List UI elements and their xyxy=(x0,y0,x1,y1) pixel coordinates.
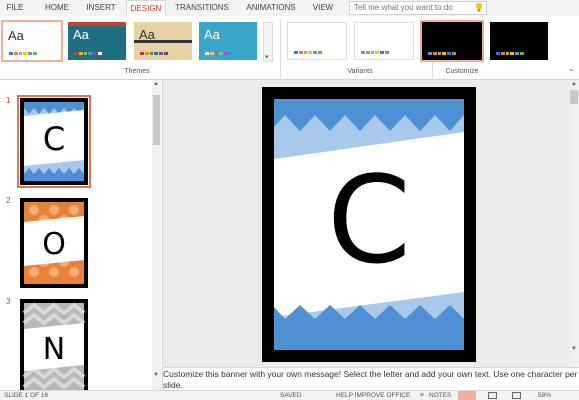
variant-thumbnail-3[interactable] xyxy=(420,20,484,62)
reading-view-icon[interactable] xyxy=(512,392,521,399)
slide-thumbnail-3[interactable]: N xyxy=(20,299,88,390)
slide-number: 1 xyxy=(6,96,11,105)
slide-letter: C xyxy=(43,120,65,158)
tab-file[interactable]: FILE xyxy=(0,0,30,16)
theme-sample-text: Aa xyxy=(8,28,24,43)
theme-color-bars xyxy=(74,52,102,55)
tab-design[interactable]: DESIGN xyxy=(126,0,166,16)
tab-view[interactable]: VIEW xyxy=(306,0,340,16)
variants-group-label: Variants xyxy=(347,68,373,75)
zoom-level[interactable]: 58% xyxy=(538,392,551,400)
variant-color-bars xyxy=(428,52,456,55)
variant-color-bars xyxy=(294,51,322,54)
group-separator xyxy=(432,62,433,78)
slide-counter: SLIDE 1 OF 16 xyxy=(4,392,49,399)
slide-thumbnail-1[interactable]: C xyxy=(20,98,88,185)
status-bar: SLIDE 1 OF 16 SAVED HELP IMPROVE OFFICE … xyxy=(0,390,579,400)
scroll-down-arrow-icon[interactable]: ▼ xyxy=(571,346,577,352)
slide-number: 3 xyxy=(6,297,11,306)
tab-transitions[interactable]: TRANSITIONS xyxy=(172,0,232,16)
slide-pane-scroll-thumb[interactable] xyxy=(153,95,160,145)
editing-area-scroll-thumb[interactable] xyxy=(570,90,578,104)
customize-group-label: Customize xyxy=(445,68,479,75)
scroll-down-arrow-icon[interactable]: ▼ xyxy=(153,372,159,378)
theme-color-bars xyxy=(140,52,168,55)
theme-thumbnail-office[interactable]: Aa xyxy=(1,20,63,62)
main-slide-letter[interactable]: C xyxy=(327,152,411,291)
slide-letter: N xyxy=(43,332,65,367)
theme-thumbnail-teal[interactable]: Aa xyxy=(68,22,126,60)
slide-number: 2 xyxy=(6,196,11,205)
tell-me-input[interactable]: Tell me what you want to do xyxy=(349,1,487,15)
themes-group-label: Themes xyxy=(124,68,150,75)
theme-color-bars xyxy=(9,52,37,55)
ribbon-tab-bar: FILE HOME INSERT DESIGN TRANSITIONS ANIM… xyxy=(0,0,579,16)
theme-color-bars xyxy=(205,52,233,55)
save-status: SAVED xyxy=(280,392,302,399)
theme-sample-text: Aa xyxy=(204,27,220,42)
slide-sorter-icon[interactable] xyxy=(488,392,497,399)
group-separator xyxy=(280,20,281,78)
variant-color-bars xyxy=(361,51,389,54)
scroll-up-arrow-icon[interactable]: ▲ xyxy=(153,81,159,87)
theme-divider-line xyxy=(134,40,192,43)
normal-view-button[interactable] xyxy=(458,391,476,400)
tab-home[interactable]: HOME xyxy=(38,0,76,16)
theme-sample-text: Aa xyxy=(73,27,89,42)
lightbulb-icon xyxy=(475,2,483,12)
collapse-ribbon-icon[interactable]: ⌃ xyxy=(568,68,575,77)
main-slide-canvas[interactable]: C xyxy=(262,87,476,362)
speaker-notes[interactable]: Customize this banner with your own mess… xyxy=(163,367,579,390)
variant-thumbnail-1[interactable] xyxy=(287,22,347,60)
themes-gallery-scroller[interactable]: ▾ xyxy=(263,22,273,62)
scroll-up-arrow-icon[interactable]: ▲ xyxy=(571,81,577,87)
more-arrow-icon: ▾ xyxy=(265,54,269,61)
notes-button[interactable]: NOTES xyxy=(429,392,451,400)
variant-thumbnail-4[interactable] xyxy=(490,22,548,60)
theme-accent-strip xyxy=(68,22,126,26)
editing-area-scrollbar[interactable] xyxy=(569,80,579,367)
help-improve-office-link[interactable]: HELP IMPROVE OFFICE xyxy=(336,392,410,400)
slide-letter: O xyxy=(42,227,66,262)
slide-thumbnail-2[interactable]: O xyxy=(20,198,88,288)
theme-thumbnail-tan[interactable]: Aa xyxy=(134,22,192,60)
variant-color-bars xyxy=(496,52,524,55)
theme-thumbnail-aqua[interactable]: Aa xyxy=(199,22,257,60)
notes-icon: ≡ xyxy=(420,392,424,399)
variant-thumbnail-2[interactable] xyxy=(354,22,414,60)
tab-insert[interactable]: INSERT xyxy=(82,0,120,16)
tab-animations[interactable]: ANIMATIONS xyxy=(240,0,302,16)
